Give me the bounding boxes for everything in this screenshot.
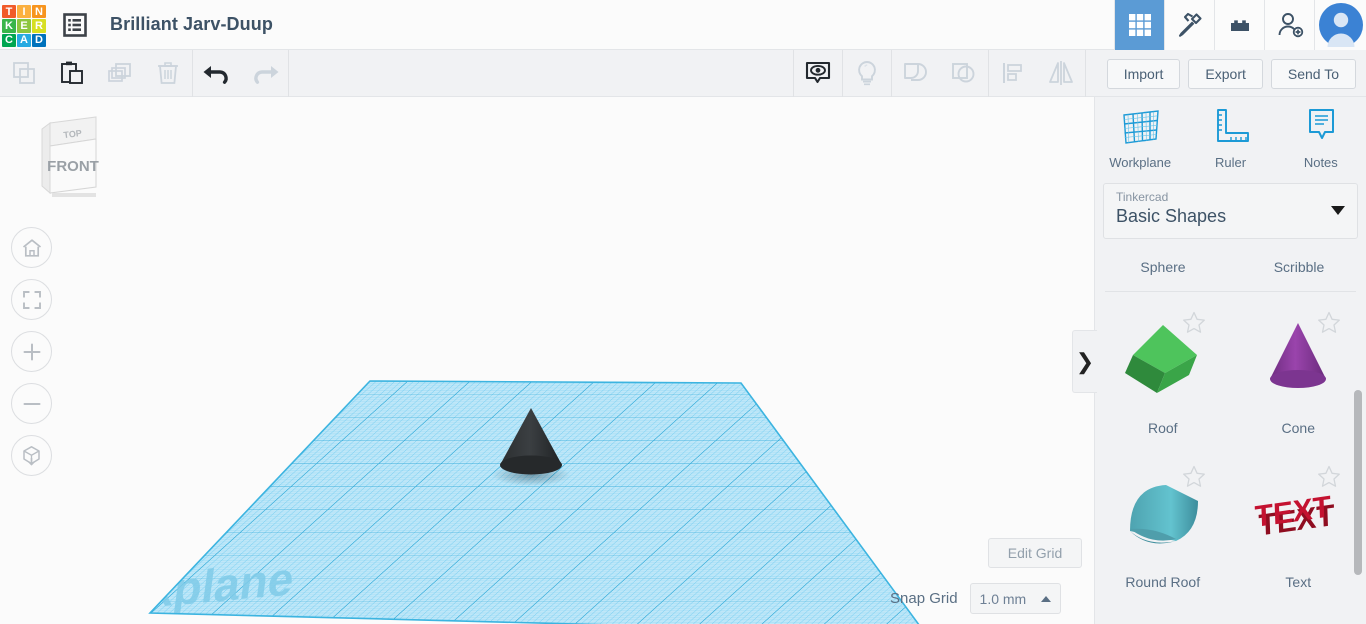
show-hide-icon[interactable] [794, 50, 842, 97]
list-menu-icon[interactable] [58, 8, 92, 42]
paste-icon[interactable] [48, 50, 96, 97]
shapes-partial-row: Sphere Scribble [1095, 239, 1366, 291]
export-button[interactable]: Export [1188, 59, 1262, 89]
scribble-shape-icon [1231, 239, 1366, 247]
snap-grid-value: 1.0 mm [980, 591, 1027, 607]
shape-card-scribble[interactable] [1231, 239, 1366, 252]
page-title[interactable]: Brilliant Jarv-Duup [110, 14, 273, 35]
shape-card-round-roof[interactable]: Round Roof [1095, 446, 1231, 600]
fit-to-view-icon[interactable] [11, 279, 52, 320]
workplane-grid [0, 234, 1094, 624]
chevron-down-icon[interactable] [1331, 206, 1345, 215]
shape-label-cone: Cone [1282, 420, 1315, 436]
ruler-icon [1207, 105, 1253, 149]
shape-library-value: Basic Shapes [1116, 206, 1345, 227]
workplane-icon [1117, 105, 1163, 149]
clipboard-tools [0, 50, 192, 97]
shape-library-select[interactable]: Tinkercad Basic Shapes [1103, 183, 1358, 239]
duplicate-icon[interactable] [96, 50, 144, 97]
perspective-toggle-icon[interactable] [11, 435, 52, 476]
logo-tile-t: T [2, 5, 16, 18]
viewport-nav-controls [11, 227, 52, 476]
chevron-right-icon: ❯ [1076, 349, 1094, 375]
shape-card-cone[interactable]: Cone [1231, 292, 1366, 446]
shape-card-sphere[interactable] [1095, 239, 1231, 252]
shape-label-roof: Roof [1148, 420, 1178, 436]
notes-tool-label: Notes [1304, 155, 1338, 170]
home-view-icon[interactable] [11, 227, 52, 268]
round-roof-shape-art [1095, 460, 1231, 566]
logo-tile-n: N [32, 5, 46, 18]
copy-icon[interactable] [0, 50, 48, 97]
avatar[interactable] [1314, 0, 1366, 50]
panel-tools: Workplane Ruler [1095, 97, 1366, 177]
delete-icon[interactable] [144, 50, 192, 97]
workplane-tool-label: Workplane [1109, 155, 1171, 170]
history-tools [193, 50, 289, 97]
ruler-tool[interactable]: Ruler [1185, 105, 1275, 177]
panel-collapse-toggle[interactable]: ❯ [1072, 330, 1097, 393]
ruler-tool-label: Ruler [1215, 155, 1246, 170]
shape-library-vendor: Tinkercad [1116, 190, 1345, 204]
caret-up-icon [1041, 596, 1051, 602]
shapes-scrollbar-thumb[interactable] [1354, 390, 1362, 575]
tinkercad-logo[interactable]: T I N K E R C A D [2, 5, 46, 47]
blocks-icon[interactable] [1214, 0, 1264, 50]
toolbar-divider-2 [288, 50, 289, 97]
top-bar: T I N K E R C A D Brilliant Jarv-Duup [0, 0, 1366, 50]
import-button[interactable]: Import [1107, 59, 1181, 89]
roof-shape-art [1095, 306, 1231, 412]
undo-icon[interactable] [193, 50, 241, 97]
logo-tile-k: K [2, 19, 16, 32]
object-tools [793, 50, 1086, 97]
logo-tile-i: I [17, 5, 31, 18]
right-panel: Workplane Ruler [1094, 97, 1366, 624]
shape-label-scribble: Scribble [1231, 259, 1366, 275]
text-shape-art: TEXT TEXT [1231, 460, 1366, 566]
shape-label-round-roof: Round Roof [1125, 574, 1200, 590]
ungroup-icon[interactable] [940, 50, 988, 97]
shape-label-text: Text [1285, 574, 1311, 590]
shapes-grid-scroll[interactable]: Roof [1095, 292, 1366, 624]
zoom-in-icon[interactable] [11, 331, 52, 372]
align-icon[interactable] [989, 50, 1037, 97]
workplane-tool[interactable]: Workplane [1095, 105, 1185, 177]
grid-view-icon[interactable] [1114, 0, 1164, 50]
snap-grid-control: Snap Grid 1.0 mm [890, 583, 1061, 614]
snap-grid-label: Snap Grid [890, 590, 958, 607]
group-icon[interactable] [892, 50, 940, 97]
sphere-shape-icon [1095, 239, 1231, 247]
topbar-right-group [1114, 0, 1366, 50]
lightbulb-icon[interactable] [843, 50, 891, 97]
shape-label-sphere: Sphere [1095, 259, 1231, 275]
invite-person-icon[interactable] [1264, 0, 1314, 50]
cone-shape-art [1231, 306, 1366, 412]
notes-tool[interactable]: Notes [1276, 105, 1366, 177]
edit-grid-button[interactable]: Edit Grid [988, 538, 1082, 568]
view-cube-front-label: FRONT [47, 158, 99, 175]
snap-grid-select[interactable]: 1.0 mm [970, 583, 1061, 614]
zoom-out-icon[interactable] [11, 383, 52, 424]
workplane-canvas[interactable]: Workplane [0, 97, 1094, 624]
notes-icon [1298, 105, 1344, 149]
logo-tile-d: D [32, 34, 46, 47]
codeblocks-icon[interactable] [1164, 0, 1214, 50]
logo-tile-r: R [32, 19, 46, 32]
logo-tile-c: C [2, 34, 16, 47]
shapes-grid: Roof [1095, 292, 1366, 600]
edit-toolbar: Import Export Send To [0, 50, 1366, 97]
send-to-button[interactable]: Send To [1271, 59, 1356, 89]
file-actions: Import Export Send To [1107, 50, 1356, 97]
3d-viewport[interactable]: Workplane TOP FRONT [0, 97, 1094, 624]
shape-card-text[interactable]: TEXT TEXT Text [1231, 446, 1366, 600]
toolbar-divider-7 [1085, 50, 1086, 97]
view-cube[interactable]: TOP FRONT [24, 115, 104, 197]
logo-tile-a: A [17, 34, 31, 47]
logo-tile-e: E [17, 19, 31, 32]
mirror-icon[interactable] [1037, 50, 1085, 97]
tinkercad-app: T I N K E R C A D Brilliant Jarv-Duup [0, 0, 1366, 624]
redo-icon[interactable] [241, 50, 289, 97]
shape-card-roof[interactable]: Roof [1095, 292, 1231, 446]
